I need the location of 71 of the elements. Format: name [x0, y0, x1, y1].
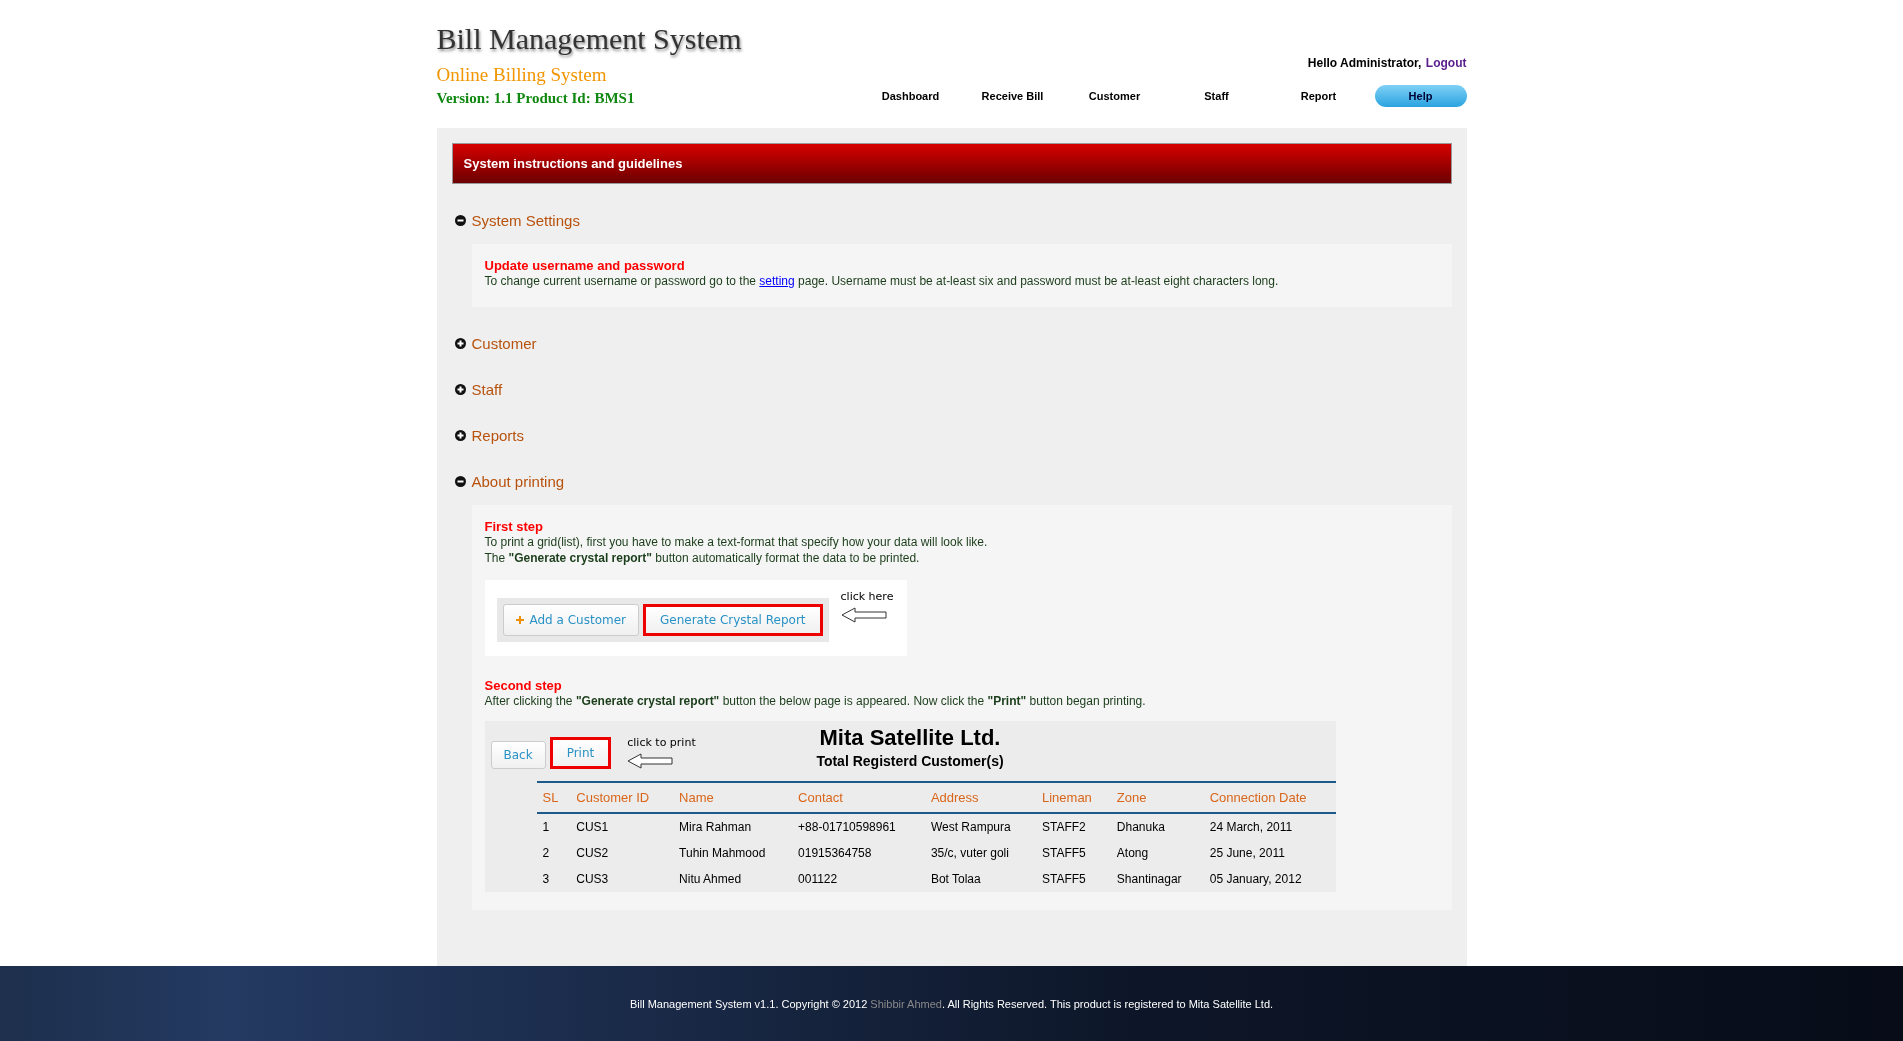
version-text: Version: 1.1 Product Id: BMS1	[436, 90, 636, 107]
table-cell-text: 3	[541, 871, 551, 888]
section-title[interactable]: Staff	[471, 380, 503, 398]
column-header: Zone	[1110, 782, 1204, 813]
table-cell-text: 001122	[797, 871, 839, 888]
instruction-text: The "Generate crystal report" button automatically format the data to be printed.	[484, 550, 921, 566]
table-cell-text: STAFF5	[1041, 845, 1087, 862]
table-cell-text: STAFF5	[1041, 871, 1087, 888]
table-cell-text: 2	[541, 845, 551, 862]
table-cell-text: 05 January, 2012	[1208, 871, 1303, 888]
table-cell: STAFF2	[1036, 813, 1111, 840]
step-heading: First step	[484, 519, 544, 534]
instruction-text: To change current username or password go to the setting page. Username must be at-least six and password must be at-least eight characters long.	[484, 273, 1280, 289]
table-cell-text: Atong	[1115, 845, 1150, 862]
table-cell: Dhanuka	[1110, 813, 1204, 840]
section-title[interactable]: About printing	[471, 472, 565, 490]
collapse-icon[interactable]	[454, 475, 466, 487]
greeting-text: Hello Administrator,	[1307, 56, 1422, 70]
column-header: Connection Date	[1203, 782, 1336, 813]
nav-link[interactable]: Customer	[1068, 85, 1161, 107]
expand-icon[interactable]	[454, 383, 466, 395]
nav-link[interactable]: Staff	[1170, 85, 1263, 107]
table-cell: +88-01710598961	[792, 813, 925, 840]
collapse-icon[interactable]	[454, 214, 466, 226]
nav-link[interactable]: Help	[1374, 85, 1467, 107]
logout-link[interactable]: Logout	[1425, 56, 1467, 70]
instruction-text: To print a grid(list), first you have to make a text-format that specify how your data will look like.	[484, 534, 989, 550]
nav-link[interactable]: Dashboard	[864, 85, 957, 107]
hint-text: click to print	[627, 736, 696, 749]
table-cell-text: CUS3	[575, 871, 610, 888]
setting-link[interactable]: setting	[759, 274, 795, 288]
author-link[interactable]: Shibbir Ahmed	[870, 997, 942, 1010]
column-header: Customer ID	[570, 782, 674, 813]
table-cell-text: CUS2	[575, 845, 610, 862]
table-cell-text: 35/c, vuter goli	[929, 845, 1010, 862]
left-arrow-icon	[627, 753, 674, 769]
step-heading: Update username and password	[484, 258, 686, 273]
section-title[interactable]: System Settings	[471, 211, 580, 229]
section-title[interactable]: Reports	[471, 426, 525, 444]
column-header: Lineman	[1036, 782, 1111, 813]
column-header: Contact	[792, 782, 925, 813]
table-cell: 1	[536, 813, 571, 840]
hint-text: click here	[840, 590, 894, 603]
site-title: Bill Management System	[436, 22, 742, 56]
table-cell-text: Nitu Ahmed	[678, 871, 743, 888]
table-cell-text: Bot Tolaa	[929, 871, 982, 888]
section-title[interactable]: Customer	[471, 334, 537, 352]
expand-icon[interactable]	[454, 337, 466, 349]
nav-link[interactable]: Report	[1272, 85, 1365, 107]
table-cell: Mira Rahman	[673, 813, 793, 840]
report-title: Mita Satellite Ltd.	[819, 725, 1001, 751]
expand-icon[interactable]	[454, 429, 466, 441]
column-header: Address	[924, 782, 1036, 813]
table-cell-text: Tuhin Mahmood	[678, 845, 767, 862]
instruction-text: After clicking the "Generate crystal report" button the below page is appeared. Now click the "Print" button began printing.	[484, 693, 1147, 709]
table-cell-text: Shantinagar	[1115, 871, 1183, 888]
site-subtitle: Online Billing System	[436, 64, 608, 86]
table-cell-text: 25 June, 2011	[1208, 845, 1286, 862]
step-heading: Second step	[484, 678, 563, 693]
left-arrow-icon	[840, 607, 887, 623]
table-cell-text: 01915364758	[797, 845, 873, 862]
nav-link[interactable]: Receive Bill	[966, 85, 1059, 107]
section-banner: System instructions and guidelines	[451, 143, 1452, 184]
column-header: Name	[673, 782, 793, 813]
table-cell: CUS1	[570, 813, 674, 840]
table-cell: 24 March, 2011	[1203, 813, 1336, 840]
column-header: SL	[536, 782, 571, 813]
footer-text: Bill Management System v1.1. Copyright © 2012 Shibbir Ahmed. All Rights Reserved. This product is registered to Mita Satellite Ltd.	[629, 997, 1274, 1010]
report-subtitle: Total Registerd Customer(s)	[816, 753, 1004, 769]
table-cell: West Rampura	[924, 813, 1036, 840]
plus-icon	[515, 616, 524, 624]
